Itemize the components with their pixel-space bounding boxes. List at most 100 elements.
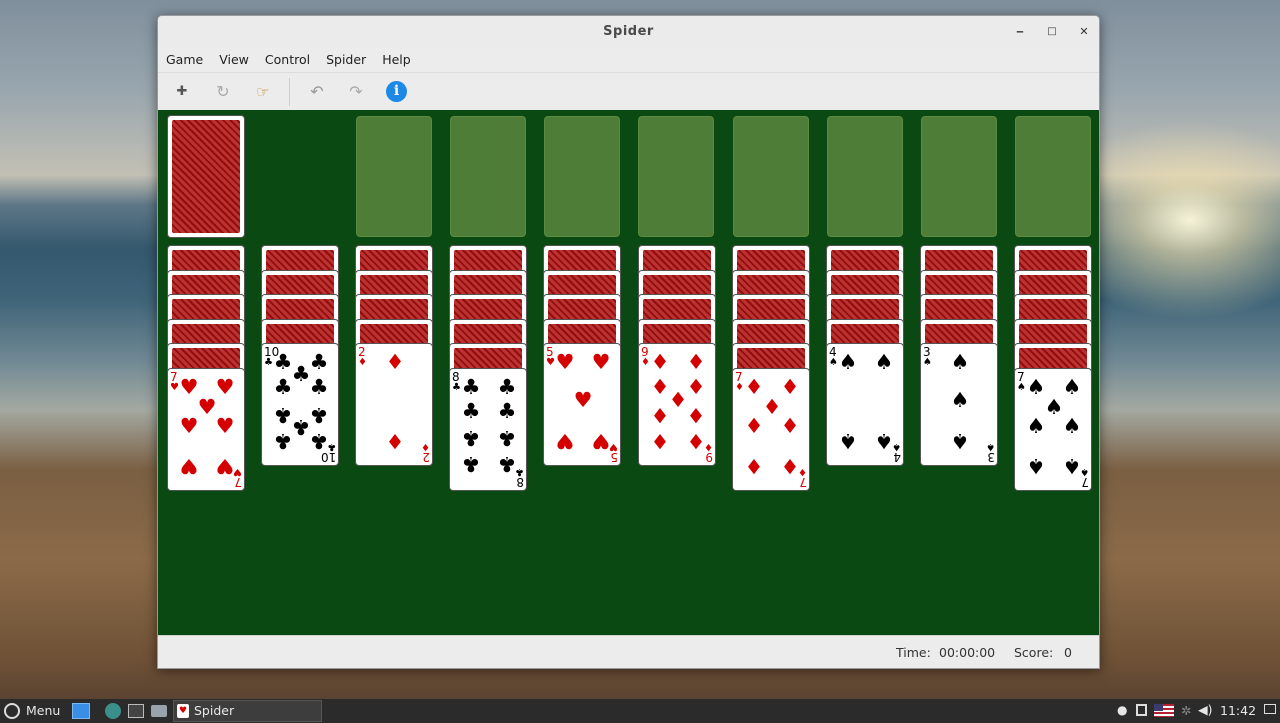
menu-button[interactable]: Menu: [26, 703, 60, 721]
suit-pip: ♣: [461, 451, 481, 476]
suit-pip: ♦: [744, 453, 764, 478]
files-icon[interactable]: [151, 705, 167, 717]
suit-pip: ♣: [309, 375, 329, 399]
undo-icon[interactable]: ↶: [305, 80, 329, 104]
maximize-button[interactable]: □: [1043, 23, 1061, 41]
card-4-♠[interactable]: 4 ♠ 4 ♠ ♠ ♠ ♠ ♠: [826, 343, 904, 466]
suit-pip: ♥: [215, 413, 235, 438]
foundation-slot-5: [733, 116, 809, 237]
suit-pip: ♦: [686, 429, 706, 453]
menu-game[interactable]: Game: [166, 48, 211, 72]
suit-pip: ♠: [950, 388, 970, 412]
suit-pip: ♥: [555, 429, 575, 453]
suit-pip: ♥: [555, 350, 575, 374]
card-7-♠[interactable]: 7 ♠ 7 ♠ ♠ ♠ ♠ ♠ ♠ ♠ ♠: [1014, 367, 1092, 491]
card-7-♥[interactable]: 7 ♥ 7 ♥ ♥ ♥ ♥ ♥ ♥ ♥ ♥: [167, 367, 245, 491]
suit-pip: ♣: [461, 398, 481, 423]
suit-pip: ♦: [744, 413, 764, 438]
suit-pip: ♥: [179, 374, 199, 399]
card-9-♦[interactable]: 9 ♦ 9 ♦ ♦ ♦ ♦ ♦ ♦ ♦ ♦ ♦ ♦: [638, 343, 716, 466]
desktop-icon[interactable]: [1264, 704, 1276, 714]
suit-pip: ♠: [838, 429, 858, 453]
spider-window: Spider ‒ □ ✕ Game View Control Spider He…: [157, 15, 1100, 669]
suit-pip: ♣: [461, 425, 481, 450]
menu-spider[interactable]: Spider: [326, 48, 374, 72]
title-bar[interactable]: Spider ‒ □ ✕: [158, 16, 1099, 48]
toolbar: ✚ ↻ ☞ ↶ ↷ i: [158, 72, 1099, 110]
suit-pip: ♥: [179, 453, 199, 478]
app-launcher-icon[interactable]: [105, 703, 121, 719]
card-index-top: 3 ♠: [923, 345, 932, 368]
suit-pip: ♣: [497, 425, 517, 450]
suit-pip: ♦: [650, 350, 670, 374]
suit-pip: ♥: [573, 388, 593, 412]
taskbar: Menu ♥ Spider ● ✲ ◀) 11:42: [0, 699, 1280, 723]
card-3-♠[interactable]: 3 ♠ 3 ♠ ♠ ♠ ♠: [920, 343, 998, 466]
suit-pip: ♥: [591, 429, 611, 453]
suit-pip: ♥: [215, 374, 235, 399]
redo-icon[interactable]: ↷: [344, 80, 368, 104]
clock[interactable]: 11:42: [1220, 703, 1256, 721]
suit-pip: ♦: [686, 403, 706, 427]
suit-pip: ♠: [1062, 453, 1082, 478]
suit-pip: ♠: [950, 429, 970, 453]
terminal-icon[interactable]: [128, 704, 144, 718]
menu-bar: Game View Control Spider Help: [158, 48, 1099, 72]
card-8-♣[interactable]: 8 ♣ 8 ♣ ♣ ♣ ♣ ♣ ♣ ♣ ♣ ♣: [449, 367, 527, 491]
suit-pip: ♥: [179, 413, 199, 438]
suit-pip: ♥: [591, 350, 611, 374]
restart-icon[interactable]: ↻: [211, 80, 235, 104]
card-10-♣[interactable]: 10 ♣ 10 ♣ ♣ ♣ ♣ ♣ ♣ ♣ ♣ ♣ ♣ ♣: [261, 343, 339, 466]
suit-pip: ♦: [686, 350, 706, 374]
suit-pip: ♦: [780, 453, 800, 478]
suit-pip: ♦: [650, 429, 670, 453]
menu-help[interactable]: Help: [382, 48, 419, 72]
suit-pip: ♥: [215, 453, 235, 478]
score-value: 0: [1064, 645, 1072, 660]
foundation-slot-7: [921, 116, 997, 237]
card-7-♦[interactable]: 7 ♦ 7 ♦ ♦ ♦ ♦ ♦ ♦ ♦ ♦: [732, 367, 810, 491]
taskbar-spider-label: Spider: [194, 703, 235, 718]
card-2-♦[interactable]: 2 ♦ 2 ♦ ♦ ♦: [355, 343, 433, 466]
suit-pip: ♥: [197, 394, 217, 419]
score-label: Score:: [1014, 645, 1054, 660]
suit-pip: ♦: [780, 374, 800, 399]
suit-pip: ♣: [309, 429, 329, 453]
hint-icon[interactable]: ☞: [251, 80, 275, 104]
suit-pip: ♣: [273, 429, 293, 453]
foundation-slot-6: [827, 116, 903, 237]
minimize-button[interactable]: ‒: [1011, 23, 1029, 41]
suit-pip: ♣: [273, 375, 293, 399]
menu-control[interactable]: Control: [265, 48, 318, 72]
network-icon[interactable]: ✲: [1181, 703, 1191, 721]
close-button[interactable]: ✕: [1075, 23, 1093, 41]
suit-pip: ♠: [874, 429, 894, 453]
foundation-slot-3: [544, 116, 620, 237]
card-index-bottom: 3 ♠: [986, 441, 995, 464]
window-title: Spider: [603, 24, 654, 39]
suit-pip: ♣: [497, 374, 517, 399]
us-flag-icon[interactable]: [1154, 704, 1174, 717]
suit-pip: ♦: [385, 350, 405, 374]
status-bar: Time: 00:00:00 Score: 0: [158, 635, 1099, 668]
screenshot-icon[interactable]: [1136, 704, 1147, 716]
user-icon[interactable]: ●: [1117, 703, 1127, 721]
suit-pip: ♠: [1044, 394, 1064, 419]
menu-logo-icon[interactable]: [4, 703, 20, 719]
foundation-slot-4: [638, 116, 714, 237]
stock-pile[interactable]: [167, 115, 245, 238]
info-icon[interactable]: i: [386, 81, 407, 102]
suit-pip: ♠: [838, 350, 858, 374]
suit-pip: ♦: [762, 394, 782, 419]
volume-icon[interactable]: ◀): [1198, 702, 1213, 720]
menu-view[interactable]: View: [219, 48, 257, 72]
card-5-♥[interactable]: 5 ♥ 5 ♥ ♥ ♥ ♥ ♥ ♥: [543, 343, 621, 466]
taskbar-spider-button[interactable]: ♥ Spider: [173, 700, 322, 722]
foundation-slot-8: [1015, 116, 1091, 237]
suit-pip: ♠: [1026, 453, 1046, 478]
show-desktop-icon[interactable]: [72, 703, 90, 719]
new-game-icon[interactable]: ✚: [170, 80, 194, 104]
suit-pip: ♦: [650, 403, 670, 427]
toolbar-separator: [289, 78, 290, 106]
suit-pip: ♣: [497, 451, 517, 476]
